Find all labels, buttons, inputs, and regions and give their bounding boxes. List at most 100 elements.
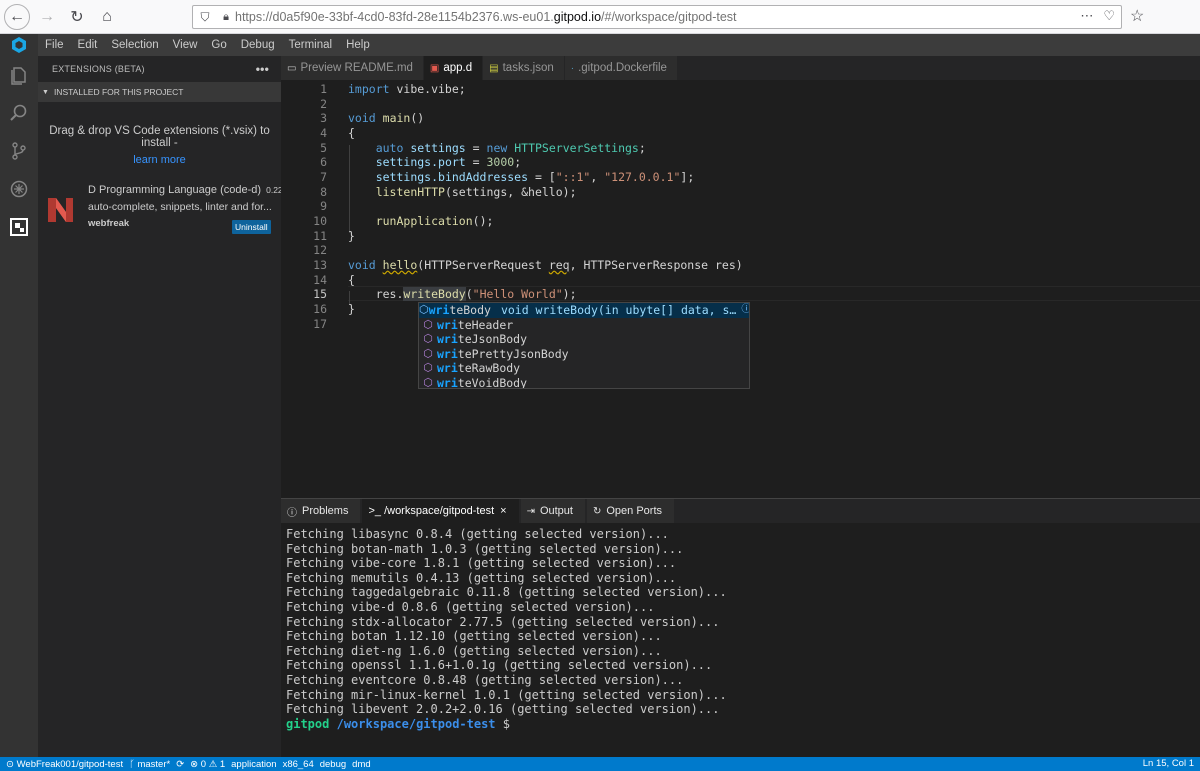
terminal-line: Fetching botan-math 1.0.3 (getting selec… bbox=[286, 541, 684, 556]
tab-preview-readme[interactable]: ▭ Preview README.md bbox=[281, 56, 424, 80]
extension-description: auto-complete, snippets, linter and for.… bbox=[88, 201, 272, 213]
git-branch-icon: ᚴ bbox=[129, 758, 135, 770]
sidebar-title: EXTENSIONS (BETA) bbox=[52, 64, 145, 74]
terminal-line: Fetching botan 1.12.10 (getting selected… bbox=[286, 629, 662, 644]
close-icon[interactable]: × bbox=[500, 505, 506, 517]
suggestion-item[interactable]: ⬡ wri teRawBody bbox=[419, 361, 749, 376]
info-icon: ⓘ bbox=[287, 507, 297, 519]
sync-icon[interactable]: ⟳ bbox=[176, 759, 184, 770]
menu-help[interactable]: Help bbox=[339, 39, 377, 51]
d-language-logo-icon bbox=[48, 198, 73, 222]
panel-tabs: ⓘ Problems >_ /workspace/gitpod-test × ⇥ Ou… bbox=[281, 499, 1200, 523]
status-item[interactable]: x86_64 bbox=[283, 759, 314, 770]
tab-tasks-json[interactable]: ▤ tasks.json bbox=[483, 56, 565, 80]
home-icon[interactable]: ⌂ bbox=[94, 4, 120, 30]
method-icon: ⬡ bbox=[423, 332, 433, 346]
repo-status[interactable]: ⊙ WebFreak001/gitpod-test bbox=[6, 759, 123, 770]
shield-icon[interactable]: ⛉ bbox=[193, 10, 217, 25]
terminal-line: Fetching stdx-allocator 2.77.5 (getting … bbox=[286, 614, 720, 629]
menu-selection[interactable]: Selection bbox=[104, 39, 165, 51]
menu-file[interactable]: File bbox=[38, 39, 71, 51]
browser-toolbar: ← → ↻ ⌂ ⛉ 🔒︎ https://d0a5f90e-33bf-4cd0-… bbox=[0, 0, 1200, 34]
method-icon: ⬡ bbox=[423, 375, 433, 389]
menu-go[interactable]: Go bbox=[204, 39, 233, 51]
terminal-line: Fetching libevent 2.0.2+2.0.16 (getting … bbox=[286, 702, 720, 717]
url-bar[interactable]: ⛉ 🔒︎ https://d0a5f90e-33bf-4cd0-83fd-28e… bbox=[192, 5, 1122, 29]
method-icon: ⬡ bbox=[423, 346, 433, 360]
json-file-icon: ▤ bbox=[489, 62, 499, 74]
suggestion-item[interactable]: ⬡ wri teJsonBody bbox=[419, 332, 749, 347]
extensions-sidebar: EXTENSIONS (BETA) ••• ▼ INSTALLED FOR TH… bbox=[38, 56, 290, 757]
menu-bar: File Edit Selection View Go Debug Termin… bbox=[38, 34, 1200, 56]
tab-open-ports[interactable]: ↻ Open Ports bbox=[586, 499, 675, 523]
tab-gitpod-dockerfile[interactable]: · .gitpod.Dockerfile bbox=[564, 56, 678, 80]
docker-file-icon: · bbox=[570, 62, 575, 74]
extension-item[interactable]: D Programming Language (code-d) 0.22.0 a… bbox=[38, 184, 290, 244]
suggestion-item[interactable]: ⬡ wri tePrettyJsonBody bbox=[419, 347, 749, 362]
installed-section-header[interactable]: ▼ INSTALLED FOR THIS PROJECT bbox=[38, 82, 281, 102]
d-file-icon: ▣ bbox=[429, 62, 440, 74]
back-icon[interactable]: ← bbox=[4, 3, 30, 30]
search-icon[interactable] bbox=[0, 94, 38, 132]
code-editor[interactable]: 1 import vibe.vibe; 2 3 void main() 4{ 5 a… bbox=[281, 80, 1200, 498]
source-control-icon[interactable] bbox=[0, 132, 38, 170]
terminal-line: Fetching vibe-core 1.8.1 (getting select… bbox=[286, 556, 677, 571]
terminal-line: Fetching mir-linux-kernel 1.0.1 (getting… bbox=[286, 687, 727, 702]
extension-author: webfreak bbox=[88, 218, 130, 229]
terminal-line: Fetching openssl 1.1.6+1.0.1g (getting s… bbox=[286, 658, 713, 673]
terminal-line: Fetching eventcore 0.8.48 (getting selec… bbox=[286, 672, 684, 687]
debug-icon[interactable] bbox=[0, 170, 38, 208]
bookmark-star-icon[interactable]: ☆ bbox=[1130, 6, 1144, 26]
tab-terminal[interactable]: >_ /workspace/gitpod-test × bbox=[362, 499, 519, 523]
terminal-prompt[interactable]: gitpod /workspace/gitpod-test $ bbox=[286, 717, 727, 732]
github-icon: ⊙ bbox=[6, 758, 14, 770]
method-icon: ⬡ bbox=[423, 361, 433, 375]
explorer-icon[interactable] bbox=[0, 56, 38, 94]
terminal-line: Fetching diet-ng 1.6.0 (getting selected… bbox=[286, 643, 662, 658]
drag-drop-hint: Drag & drop VS Code extensions (*.vsix) … bbox=[49, 125, 270, 149]
editor-tabs: ▭ Preview README.md ▣ app.d ▤ tasks.json ·.… bbox=[281, 56, 1200, 80]
problems-status[interactable]: ⊗ 0 ⚠ 1 bbox=[190, 759, 225, 770]
more-actions-icon[interactable]: ••• bbox=[256, 62, 269, 76]
tab-app-d[interactable]: ▣ app.d bbox=[423, 56, 484, 80]
gitpod-logo-icon bbox=[0, 34, 38, 56]
cursor-position[interactable]: Ln 15, Col 1 bbox=[1143, 758, 1194, 769]
pocket-icon[interactable]: ♡ bbox=[1103, 8, 1115, 24]
terminal-output[interactable]: Fetching libasync 0.8.4 (getting selecte… bbox=[286, 527, 727, 731]
menu-view[interactable]: View bbox=[166, 39, 205, 51]
tab-output[interactable]: ⇥ Output bbox=[520, 499, 585, 523]
suggestion-item[interactable]: ⬡ wri teBody void writeBody(in ubyte[] data… bbox=[419, 303, 749, 318]
menu-debug[interactable]: Debug bbox=[234, 39, 282, 51]
status-item[interactable]: application bbox=[231, 759, 276, 770]
menu-edit[interactable]: Edit bbox=[71, 39, 105, 51]
status-item[interactable]: debug bbox=[320, 759, 346, 770]
info-icon[interactable]: ⓘ bbox=[741, 303, 749, 318]
bottom-panel: ⓘ Problems >_ /workspace/gitpod-test × ⇥ Ou… bbox=[281, 498, 1200, 757]
extension-name: D Programming Language (code-d) 0.22.0 bbox=[88, 184, 290, 196]
lock-icon[interactable]: 🔒︎ bbox=[217, 11, 235, 24]
branch-status[interactable]: ᚴ master* bbox=[129, 759, 170, 770]
page-actions-icon[interactable]: ⋯ bbox=[1080, 8, 1093, 24]
suggestion-item[interactable]: ⬡ wri teVoidBody bbox=[419, 375, 749, 389]
tab-problems[interactable]: ⓘ Problems bbox=[281, 499, 361, 523]
extensions-icon[interactable] bbox=[0, 208, 38, 246]
method-icon: ⬡ bbox=[423, 317, 433, 331]
url-text[interactable]: https://d0a5f90e-33bf-4cd0-83fd-28e1154b… bbox=[235, 10, 737, 24]
uninstall-button[interactable]: Uninstall bbox=[232, 220, 271, 234]
terminal-line: Fetching taggedalgebraic 0.11.8 (getting… bbox=[286, 585, 727, 600]
learn-more-link[interactable]: learn more bbox=[38, 154, 281, 166]
autocomplete-widget: ⬡ wri teBody void writeBody(in ubyte[] data… bbox=[418, 302, 750, 389]
reload-icon[interactable]: ↻ bbox=[64, 4, 90, 30]
activity-bar bbox=[0, 34, 38, 757]
status-bar: ⊙ WebFreak001/gitpod-test ᚴ master* ⟳ ⊗ … bbox=[0, 757, 1200, 771]
terminal-line: Fetching libasync 0.8.4 (getting selecte… bbox=[286, 527, 669, 541]
preview-icon: ▭ bbox=[287, 62, 297, 74]
terminal-line: Fetching memutils 0.4.13 (getting select… bbox=[286, 570, 677, 585]
terminal-line: Fetching vibe-d 0.8.6 (getting selected … bbox=[286, 599, 655, 614]
menu-terminal[interactable]: Terminal bbox=[282, 39, 339, 51]
method-icon: ⬡ bbox=[419, 303, 429, 316]
forward-icon[interactable]: → bbox=[34, 4, 60, 30]
output-icon: ⇥ bbox=[526, 505, 535, 517]
suggestion-item[interactable]: ⬡ wri teHeader bbox=[419, 318, 749, 333]
status-item[interactable]: dmd bbox=[352, 759, 370, 770]
